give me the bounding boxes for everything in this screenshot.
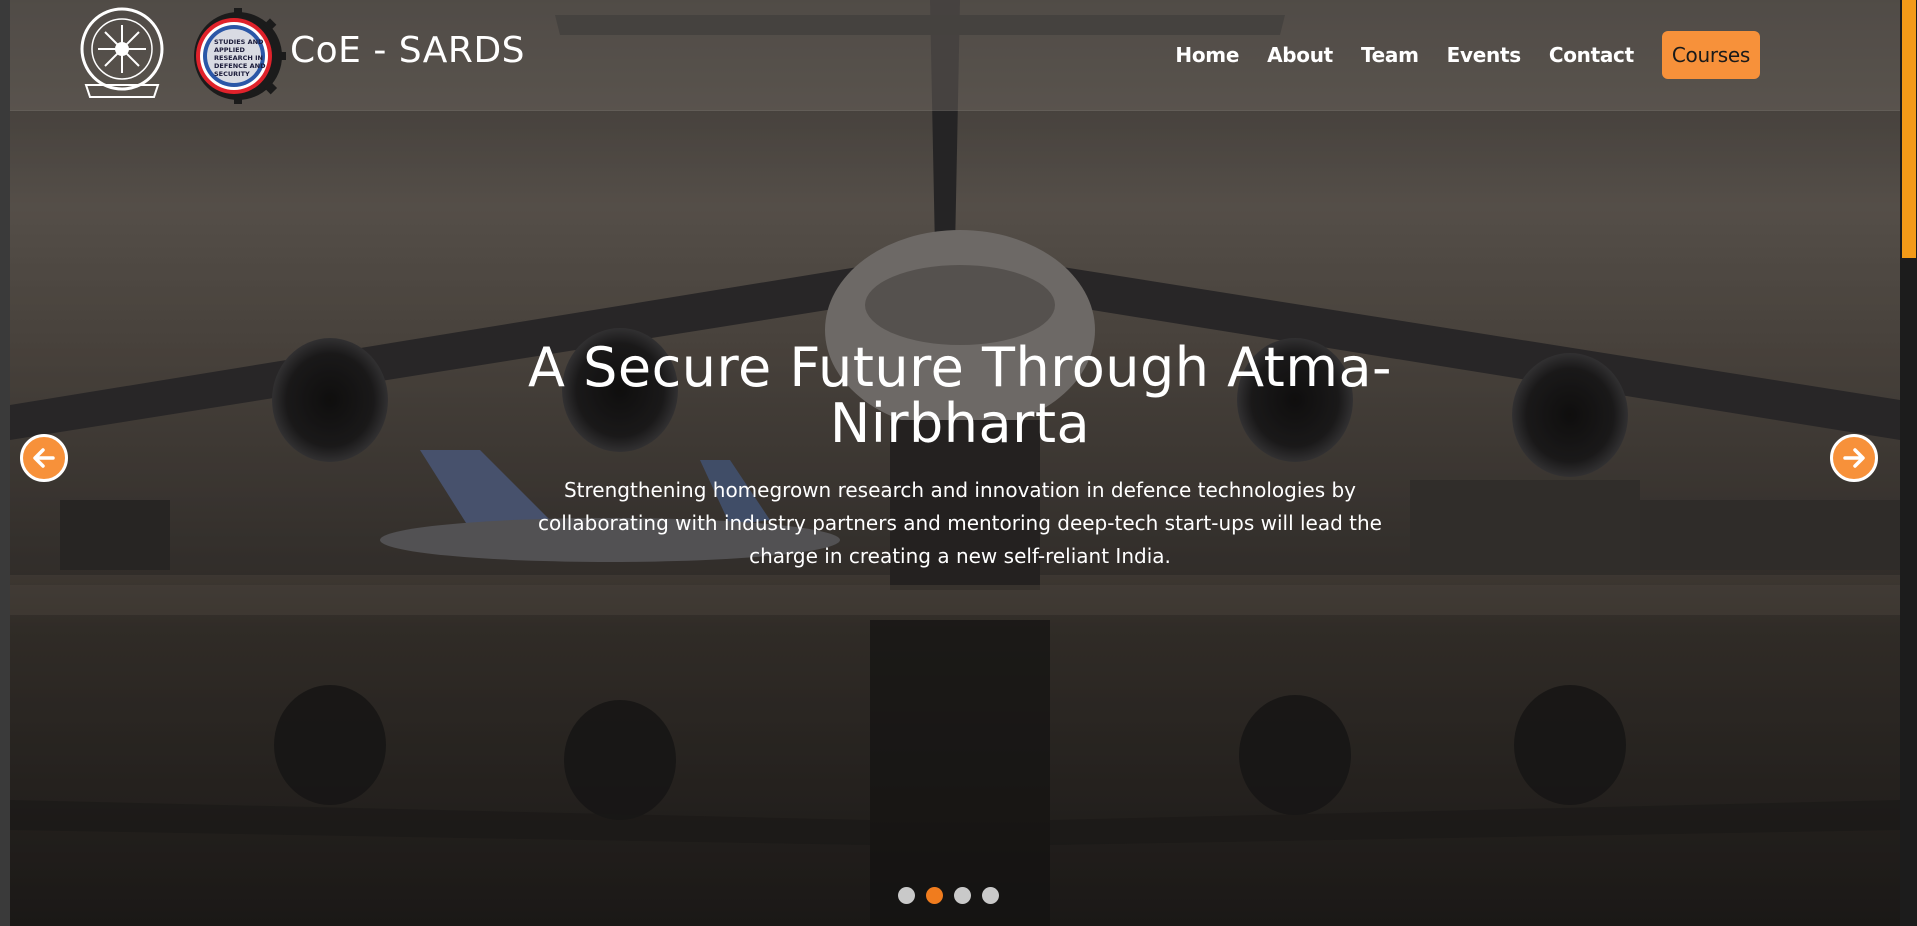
brand-title[interactable]: CoE - SARDS xyxy=(290,30,525,71)
svg-text:SECURITY: SECURITY xyxy=(214,70,250,78)
slide-description-line3: charge in creating a new self-reliant In… xyxy=(749,544,1171,568)
hero-carousel: STUDIES AND APPLIED RESEARCH IN DEFENCE … xyxy=(10,0,1900,926)
nav-courses-button[interactable]: Courses xyxy=(1661,31,1760,79)
svg-text:STUDIES AND: STUDIES AND xyxy=(214,38,264,46)
sards-logo-icon[interactable]: STUDIES AND APPLIED RESEARCH IN DEFENCE … xyxy=(190,8,286,104)
main-nav: Home About Team Events Contact Courses xyxy=(1147,31,1760,79)
svg-text:DEFENCE AND: DEFENCE AND xyxy=(214,62,266,70)
svg-text:RESEARCH IN: RESEARCH IN xyxy=(214,54,263,62)
page: STUDIES AND APPLIED RESEARCH IN DEFENCE … xyxy=(0,0,1917,926)
slide-title-line2: Nirbharta xyxy=(829,392,1091,455)
arrow-right-icon xyxy=(1843,448,1865,468)
slide-description-line2: collaborating with industry partners and… xyxy=(538,511,1382,535)
navbar: STUDIES AND APPLIED RESEARCH IN DEFENCE … xyxy=(10,0,1900,111)
svg-text:APPLIED: APPLIED xyxy=(214,46,246,54)
scrollbar-thumb[interactable] xyxy=(1902,0,1916,258)
nav-team[interactable]: Team xyxy=(1361,43,1419,67)
slide-title-line1: A Secure Future Through Atma- xyxy=(527,336,1393,399)
nav-contact[interactable]: Contact xyxy=(1549,43,1634,67)
carousel-dot-4[interactable] xyxy=(982,887,999,904)
carousel-dot-2[interactable] xyxy=(926,887,943,904)
nav-home[interactable]: Home xyxy=(1175,43,1239,67)
nav-events[interactable]: Events xyxy=(1447,43,1521,67)
slide-title: A Secure Future Through Atma- Nirbharta xyxy=(500,340,1420,452)
nav-about[interactable]: About xyxy=(1267,43,1333,67)
left-gutter xyxy=(0,0,10,926)
carousel-dot-3[interactable] xyxy=(954,887,971,904)
carousel-indicators xyxy=(898,887,999,904)
slide-description: Strengthening homegrown research and inn… xyxy=(510,474,1410,573)
iit-emblem-icon[interactable] xyxy=(76,5,168,103)
carousel-next-button[interactable] xyxy=(1830,434,1878,482)
slide-caption: A Secure Future Through Atma- Nirbharta … xyxy=(500,340,1420,573)
arrow-left-icon xyxy=(33,448,55,468)
carousel-dot-1[interactable] xyxy=(898,887,915,904)
carousel-prev-button[interactable] xyxy=(20,434,68,482)
slide-description-line1: Strengthening homegrown research and inn… xyxy=(563,478,1356,502)
